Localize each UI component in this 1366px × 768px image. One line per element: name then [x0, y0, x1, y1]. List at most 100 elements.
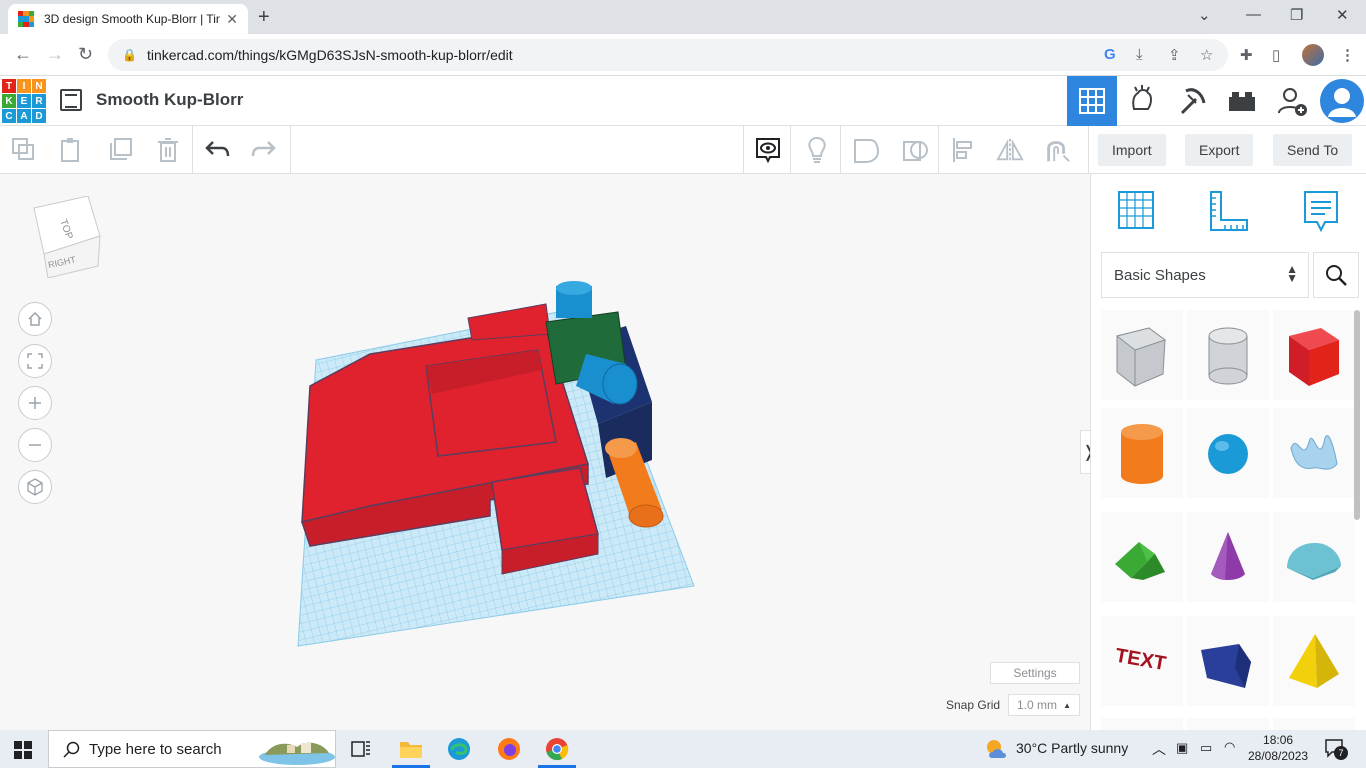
wifi-icon[interactable]: ◠ — [1224, 739, 1235, 755]
notifications-button[interactable]: 7 — [1324, 738, 1346, 758]
tinkercad-logo[interactable]: T I N K E R C A D — [2, 79, 46, 123]
sphere-icon — [1187, 408, 1269, 498]
cruise-button[interactable] — [1043, 136, 1071, 164]
share-icon[interactable]: ⇪ — [1168, 46, 1181, 64]
extensions-icon[interactable]: ✚ — [1240, 46, 1253, 64]
invite-button[interactable] — [1267, 76, 1317, 126]
chrome-menu-icon[interactable]: ⋮ — [1340, 46, 1355, 64]
notes-button[interactable] — [754, 136, 782, 164]
shape-box-hole[interactable] — [1101, 310, 1183, 400]
start-button[interactable] — [14, 741, 32, 764]
shape-roof[interactable] — [1101, 512, 1183, 602]
tab-close-icon[interactable]: ✕ — [226, 11, 238, 28]
ungroup-button[interactable] — [901, 136, 929, 164]
shape-cylinder-hole[interactable] — [1187, 310, 1269, 400]
minimize-icon[interactable]: — — [1246, 6, 1261, 23]
back-icon[interactable]: ← — [14, 44, 32, 65]
chrome-button[interactable] — [544, 736, 570, 762]
ruler-tool-button[interactable] — [1207, 188, 1251, 239]
ruler-icon — [1207, 188, 1251, 234]
side-panel-icon[interactable]: ▯ — [1272, 46, 1280, 64]
3d-scene[interactable] — [280, 274, 720, 654]
settings-button[interactable]: Settings — [990, 662, 1080, 684]
browser-tab[interactable]: 3D design Smooth Kup-Blorr | Tinkercad ✕ — [8, 4, 248, 34]
workplane-canvas[interactable]: TOP RIGHT — [0, 174, 1090, 730]
zoom-out-button[interactable] — [18, 428, 52, 462]
shape-next-row — [1273, 718, 1355, 730]
chevron-up-icon[interactable]: ︿ — [1152, 739, 1166, 759]
panel-scrollbar[interactable] — [1354, 310, 1360, 520]
export-button[interactable]: Export — [1185, 134, 1253, 166]
shape-round-roof[interactable] — [1273, 512, 1355, 602]
edge-button[interactable] — [446, 736, 472, 762]
restore-icon[interactable]: ❐ — [1290, 6, 1303, 24]
collapse-panel-button[interactable]: ❭ — [1080, 430, 1090, 474]
taskbar-search-input[interactable]: Type here to search — [48, 730, 336, 768]
close-window-icon[interactable]: ✕ — [1336, 6, 1349, 24]
meet-icon[interactable]: ▣ — [1176, 740, 1188, 756]
shape-box[interactable] — [1273, 310, 1355, 400]
snap-grid-select[interactable]: 1.0 mm ▲ — [1008, 694, 1080, 716]
clock[interactable]: 18:06 28/08/2023 — [1248, 732, 1308, 764]
fit-view-button[interactable] — [18, 344, 52, 378]
weather-text[interactable]: 30°C Partly sunny — [1016, 740, 1128, 756]
align-button[interactable] — [950, 136, 978, 164]
import-button[interactable]: Import — [1098, 134, 1166, 166]
redo-button[interactable] — [250, 136, 278, 164]
paste-button[interactable] — [57, 136, 85, 164]
shape-cylinder[interactable] — [1101, 408, 1183, 498]
shape-pyramid[interactable] — [1273, 616, 1355, 706]
view-cube[interactable]: TOP RIGHT — [32, 196, 104, 278]
perspective-button[interactable] — [18, 470, 52, 504]
install-icon[interactable]: ⤓ — [1136, 46, 1143, 63]
user-avatar[interactable] — [1317, 76, 1366, 126]
grid-icon — [1078, 87, 1106, 115]
bookmark-star-icon[interactable]: ☆ — [1200, 46, 1213, 64]
reload-icon[interactable]: ↻ — [78, 44, 93, 65]
delete-button[interactable] — [154, 136, 182, 164]
shape-library-select[interactable]: Basic Shapes ▲▼ — [1101, 252, 1309, 298]
shape-scribble[interactable] — [1273, 408, 1355, 498]
zoom-in-button[interactable] — [18, 386, 52, 420]
shape-text[interactable]: TEXT — [1101, 616, 1183, 706]
text-shape-label: TEXT — [1113, 645, 1167, 676]
design-list-icon[interactable] — [60, 89, 82, 111]
mirror-icon — [996, 136, 1024, 164]
copy-button[interactable] — [10, 136, 38, 164]
weather-icon[interactable] — [984, 736, 1010, 762]
toolbar-divider — [290, 126, 291, 174]
duplicate-button[interactable] — [106, 136, 134, 164]
shape-sphere[interactable] — [1187, 408, 1269, 498]
bricks-button[interactable] — [1167, 76, 1217, 126]
forward-icon[interactable]: → — [46, 44, 64, 65]
profile-avatar[interactable] — [1302, 44, 1324, 66]
notes-tool-button[interactable] — [1301, 188, 1341, 239]
group-button[interactable] — [852, 136, 880, 164]
send-to-button[interactable]: Send To — [1273, 134, 1352, 166]
ungroup-icon — [901, 136, 929, 164]
blocks-button[interactable] — [1117, 76, 1167, 126]
new-tab-button[interactable]: + — [258, 6, 270, 29]
plus-icon — [27, 395, 43, 411]
undo-button[interactable] — [203, 136, 231, 164]
mirror-button[interactable] — [996, 136, 1024, 164]
firefox-button[interactable] — [496, 736, 522, 762]
design-name[interactable]: Smooth Kup-Blorr — [96, 90, 243, 110]
shape-cone[interactable] — [1187, 512, 1269, 602]
3d-view-button[interactable] — [1067, 76, 1117, 126]
google-icon[interactable]: G — [1104, 46, 1116, 63]
tab-search-icon[interactable]: ⌄ — [1198, 6, 1211, 24]
workplane-tool-button[interactable] — [1115, 188, 1157, 237]
shape-polygon[interactable] — [1187, 616, 1269, 706]
chevron-right-icon: ❭ — [1082, 442, 1090, 462]
file-explorer-button[interactable] — [398, 736, 424, 762]
battery-icon[interactable]: ▭ — [1200, 740, 1212, 756]
url-field[interactable]: 🔒 tinkercad.com/things/kGMgD63SJsN-smoot… — [108, 39, 1228, 71]
red-small-box[interactable] — [468, 304, 550, 340]
sim-lab-button[interactable] — [1217, 76, 1267, 126]
home-view-button[interactable] — [18, 302, 52, 336]
shape-search-button[interactable] — [1313, 252, 1359, 298]
task-view-button[interactable] — [348, 736, 374, 762]
cylinder-icon — [1101, 408, 1183, 498]
light-button[interactable] — [803, 136, 831, 164]
